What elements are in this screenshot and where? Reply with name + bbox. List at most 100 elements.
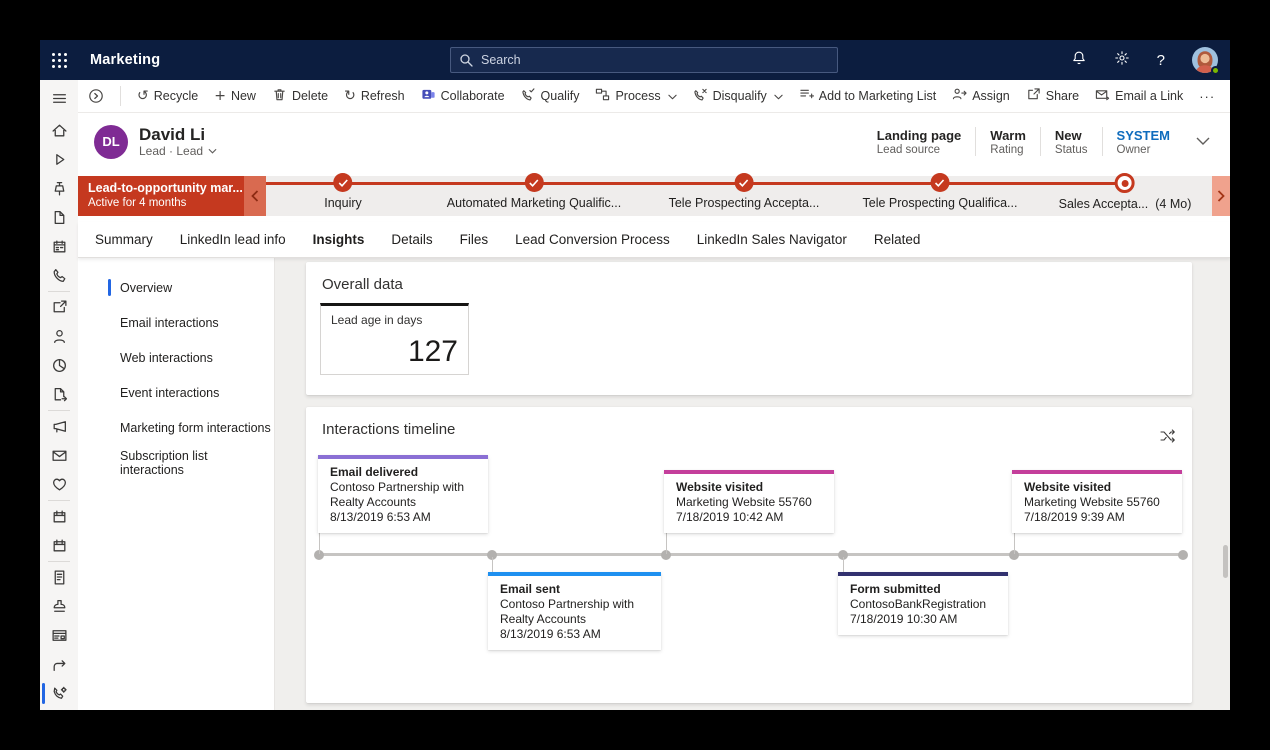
- waffle-icon: [52, 53, 67, 68]
- tab-linkedin-lead-info[interactable]: LinkedIn lead info: [180, 232, 286, 247]
- megaphone-icon[interactable]: [40, 412, 78, 441]
- tab-related[interactable]: Related: [874, 232, 921, 247]
- screen-background: { "topbar": { "app_name": "Marketing", "…: [0, 0, 1270, 750]
- app-launcher-waffle-icon[interactable]: [40, 40, 78, 80]
- heart-icon[interactable]: [40, 470, 78, 499]
- timeline-event-form-submitted[interactable]: Form submitted ContosoBankRegistration 7…: [838, 572, 1008, 635]
- lead-scoring-icon[interactable]: [40, 679, 78, 708]
- stage-completed-check-icon: [524, 173, 543, 192]
- search-input[interactable]: [450, 47, 838, 73]
- timeline-connector: [843, 557, 844, 572]
- stage-sales-acceptance-current[interactable]: Sales Accepta...(4 Mo): [1059, 173, 1192, 211]
- tab-linkedin-sales-navigator[interactable]: LinkedIn Sales Navigator: [697, 232, 847, 247]
- help-icon[interactable]: ?: [1157, 52, 1165, 69]
- stage-automated-marketing-qualification[interactable]: Automated Marketing Qualific...: [447, 173, 621, 210]
- new-button[interactable]: +New: [214, 89, 256, 103]
- app-window: Marketing ?: [40, 40, 1230, 710]
- phone-icon[interactable]: [40, 261, 78, 290]
- record-entity-switcher[interactable]: Lead · Lead: [139, 144, 217, 158]
- collapse-header-chevron-icon[interactable]: [1196, 133, 1210, 151]
- redirect-icon[interactable]: [40, 650, 78, 679]
- envelope-link-icon: [1095, 87, 1110, 105]
- website-icon[interactable]: [40, 621, 78, 650]
- partial-bottom-icon[interactable]: [40, 708, 78, 710]
- segment-pie-icon[interactable]: [40, 351, 78, 380]
- event-alt-icon[interactable]: [40, 531, 78, 560]
- timeline-connector: [319, 533, 320, 554]
- refresh-icon: ↻: [344, 89, 356, 103]
- process-flyout-button[interactable]: Lead-to-opportunity mar... Active for 4 …: [78, 176, 244, 216]
- process-flow-icon: [595, 87, 610, 105]
- sitemap-menu-icon[interactable]: [40, 80, 78, 116]
- landing-page-icon[interactable]: [40, 592, 78, 621]
- rail-divider: [48, 410, 70, 411]
- record-tabs: Summary LinkedIn lead info Insights Deta…: [78, 222, 1230, 258]
- form-icon[interactable]: [40, 563, 78, 592]
- assign-button[interactable]: Assign: [952, 87, 1010, 105]
- collaborate-button[interactable]: Collaborate: [421, 87, 505, 105]
- teams-collaborate-icon: [421, 87, 436, 105]
- timeline-connector: [492, 557, 493, 572]
- tab-insights[interactable]: Insights: [313, 232, 365, 247]
- timeline-event-email-delivered[interactable]: Email delivered Contoso Partnership with…: [318, 455, 488, 533]
- insights-left-nav: Overview Email interactions Web interact…: [78, 258, 275, 710]
- user-avatar[interactable]: [1192, 47, 1218, 73]
- kpi-label: Lead age in days: [331, 313, 458, 327]
- process-scroll-right-button[interactable]: [1212, 176, 1230, 216]
- chevron-down-icon: [208, 148, 217, 154]
- stage-tele-prospecting-acceptance[interactable]: Tele Prospecting Accepta...: [669, 173, 820, 210]
- expand-command-bar-button[interactable]: [88, 88, 104, 104]
- refresh-button[interactable]: ↻Refresh: [344, 89, 405, 103]
- disqualify-button[interactable]: Disqualify: [693, 87, 783, 105]
- content-scrollbar-thumb[interactable]: [1223, 545, 1228, 578]
- tab-lead-conversion-process[interactable]: Lead Conversion Process: [515, 232, 670, 247]
- rail-divider: [48, 500, 70, 501]
- insights-nav-web-interactions[interactable]: Web interactions: [78, 340, 274, 375]
- insights-nav-subscription-list-interactions[interactable]: Subscription list interactions: [78, 445, 274, 480]
- person-arrow-icon: [952, 87, 967, 105]
- process-button[interactable]: Process: [595, 87, 676, 105]
- home-icon[interactable]: [40, 116, 78, 145]
- timeline-event-website-visited-2[interactable]: Website visited Marketing Website 55760 …: [1012, 470, 1182, 533]
- tab-details[interactable]: Details: [391, 232, 432, 247]
- list-plus-icon: [799, 87, 814, 105]
- stage-inquiry[interactable]: Inquiry: [324, 173, 362, 210]
- tab-files[interactable]: Files: [460, 232, 489, 247]
- rail-divider: [48, 561, 70, 562]
- field-lead-source: Landing pageLead source: [863, 127, 976, 156]
- settings-gear-icon[interactable]: [1114, 50, 1130, 71]
- record-header: DL David Li Lead · Lead Landing pageLead…: [78, 113, 1230, 170]
- insights-nav-event-interactions[interactable]: Event interactions: [78, 375, 274, 410]
- kpi-value: 127: [331, 337, 458, 367]
- more-commands-button[interactable]: ···: [1199, 89, 1215, 104]
- recent-icon[interactable]: [40, 145, 78, 174]
- screen-share-icon[interactable]: [40, 293, 78, 322]
- process-scroll-left-button[interactable]: [244, 176, 266, 216]
- qualify-button[interactable]: Qualify: [521, 87, 580, 105]
- recycle-button[interactable]: ↺Recycle: [137, 89, 198, 103]
- field-owner[interactable]: SYSTEMOwner: [1102, 127, 1184, 156]
- send-document-icon[interactable]: [40, 380, 78, 409]
- insights-nav-email-interactions[interactable]: Email interactions: [78, 305, 274, 340]
- timeline-event-email-sent[interactable]: Email sent Contoso Partnership with Real…: [488, 572, 661, 650]
- kpi-lead-age-tile: Lead age in days 127: [320, 303, 469, 375]
- calendar-icon[interactable]: [40, 232, 78, 261]
- page-icon[interactable]: [40, 203, 78, 232]
- shuffle-icon[interactable]: [1160, 429, 1176, 448]
- add-to-marketing-list-button[interactable]: Add to Marketing List: [799, 87, 936, 105]
- insights-nav-marketing-form-interactions[interactable]: Marketing form interactions: [78, 410, 274, 445]
- tab-summary[interactable]: Summary: [95, 232, 153, 247]
- delete-button[interactable]: Delete: [272, 87, 328, 105]
- rail-divider: [48, 291, 70, 292]
- insights-nav-overview[interactable]: Overview: [78, 270, 274, 305]
- notifications-bell-icon[interactable]: [1071, 50, 1087, 71]
- email-a-link-button[interactable]: Email a Link: [1095, 87, 1183, 105]
- event-icon[interactable]: [40, 502, 78, 531]
- contact-icon[interactable]: [40, 322, 78, 351]
- timeline-event-website-visited-1[interactable]: Website visited Marketing Website 55760 …: [664, 470, 834, 533]
- stage-tele-prospecting-qualification[interactable]: Tele Prospecting Qualifica...: [863, 173, 1018, 210]
- chevron-down-icon: [668, 89, 677, 103]
- share-button[interactable]: Share: [1026, 87, 1079, 105]
- email-icon[interactable]: [40, 441, 78, 470]
- pinned-icon[interactable]: [40, 174, 78, 203]
